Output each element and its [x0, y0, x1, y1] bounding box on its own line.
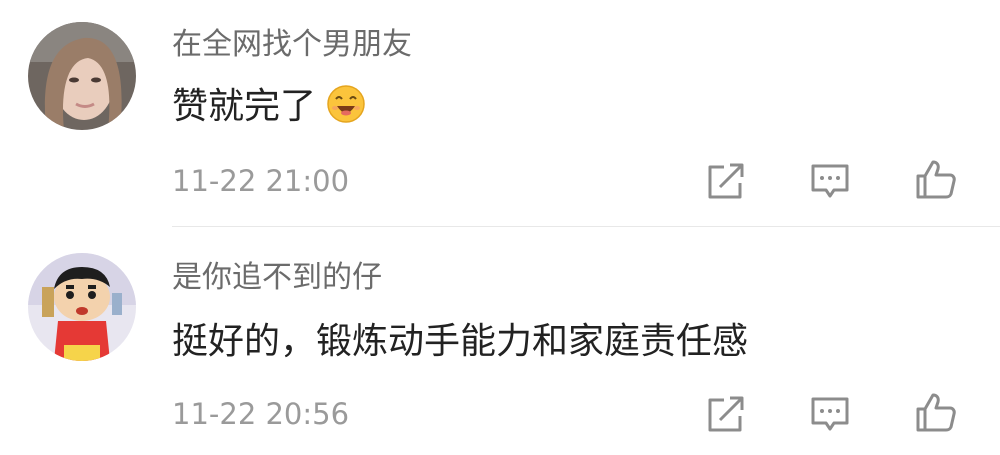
comment-text: 赞就完了 [172, 86, 317, 127]
comment-icon [811, 397, 849, 431]
comment-feed: 在全网找个男朋友 赞就完了 11-22 21:00 是你追不到的仔 挺好的，锻炼… [0, 0, 1000, 455]
share-button[interactable] [704, 159, 748, 203]
comment-icon [811, 164, 849, 198]
share-icon [708, 396, 744, 432]
thumbs-up-icon [916, 393, 956, 432]
comment-timestamp: 11-22 21:00 [172, 164, 350, 198]
comment-username[interactable]: 在全网找个男朋友 [172, 27, 412, 63]
reply-button[interactable] [808, 392, 852, 436]
avatar[interactable] [28, 253, 136, 361]
comment-username[interactable]: 是你追不到的仔 [172, 260, 382, 296]
comment-content: 赞就完了 [172, 84, 366, 129]
avatar[interactable] [28, 22, 136, 130]
thumbs-up-icon [916, 160, 956, 199]
reply-button[interactable] [808, 159, 852, 203]
like-button[interactable] [914, 390, 958, 434]
grinning-face-emoji-icon [326, 84, 366, 124]
share-button[interactable] [704, 392, 748, 436]
comment-content: 挺好的，锻炼动手能力和家庭责任感 [172, 321, 749, 362]
comment-item: 是你追不到的仔 挺好的，锻炼动手能力和家庭责任感 11-22 20:56 [0, 227, 1000, 455]
share-icon [708, 163, 744, 199]
comment-timestamp: 11-22 20:56 [172, 397, 350, 431]
comment-item: 在全网找个男朋友 赞就完了 11-22 21:00 [0, 0, 1000, 226]
like-button[interactable] [914, 157, 958, 201]
